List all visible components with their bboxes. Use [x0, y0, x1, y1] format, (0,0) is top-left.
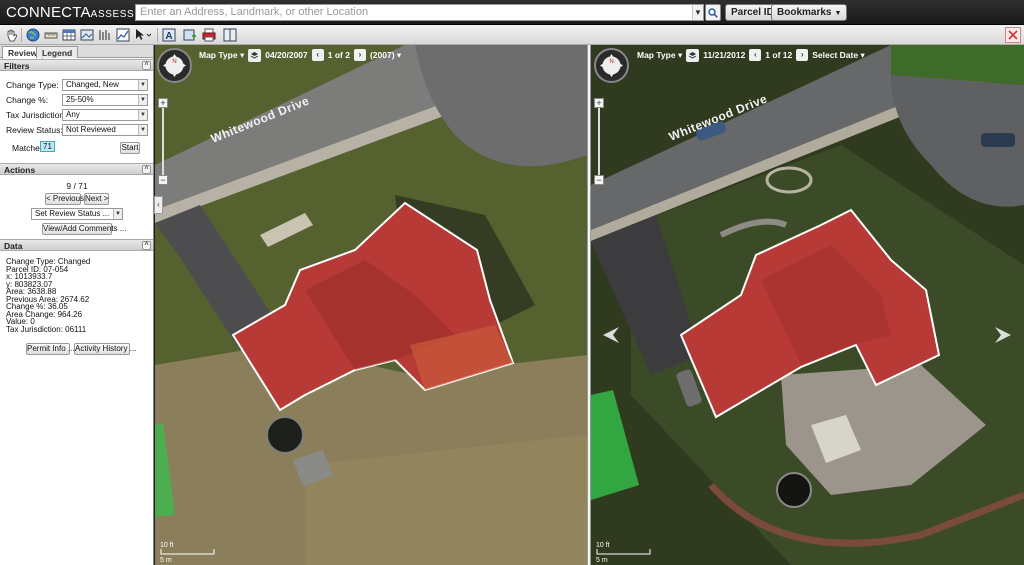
scale-bar: 10 ft 5 m: [596, 542, 651, 564]
panel-collapse-handle[interactable]: ‹: [154, 196, 163, 214]
prev-date-button[interactable]: ‹: [749, 49, 762, 61]
start-button[interactable]: Start: [120, 142, 140, 154]
imagery-date: 11/21/2012: [703, 50, 746, 60]
data-line: Tax Jurisdiction: 06111: [6, 324, 87, 334]
tax-jurisdiction-select[interactable]: Any ▼: [62, 109, 148, 121]
change-pct-label: Change %:: [6, 95, 49, 105]
search-button[interactable]: [705, 4, 721, 21]
zoom-in-button[interactable]: +: [594, 98, 604, 108]
panel-tabs: Review Legend: [0, 45, 153, 59]
review-status-label: Review Status:: [6, 125, 63, 135]
layers-icon[interactable]: [686, 48, 700, 62]
zoom-slider[interactable]: + −: [158, 98, 168, 193]
zoom-in-button[interactable]: +: [158, 98, 168, 108]
compass-navigator[interactable]: N: [594, 48, 629, 83]
set-review-status-select[interactable]: Set Review Status ... ▼: [31, 208, 123, 220]
collapse-icon[interactable]: ^: [142, 61, 151, 70]
previous-button[interactable]: < Previous: [45, 193, 84, 205]
filters-header[interactable]: Filters ^: [0, 59, 153, 71]
matches-count: 71: [40, 141, 55, 152]
search-input[interactable]: Enter an Address, Landmark, or other Loc…: [135, 4, 704, 21]
parcel-icon[interactable]: [97, 27, 113, 43]
bookmarks-menu[interactable]: Bookmarks ▼: [771, 4, 848, 21]
change-pct-select[interactable]: 25-50% ▼: [62, 94, 148, 106]
add-layer-icon[interactable]: [182, 27, 198, 43]
next-date-button[interactable]: ›: [353, 49, 366, 61]
review-status-select[interactable]: Not Reviewed ▼: [62, 124, 148, 136]
review-panel: Review Legend Filters ^ Change Type: Cha…: [0, 45, 154, 565]
select-date-menu[interactable]: Select Date ▾: [812, 50, 864, 61]
activity-history-button[interactable]: Activity History ...: [74, 343, 136, 355]
zoom-out-button[interactable]: −: [594, 175, 604, 185]
map-type-menu[interactable]: Map Type ▾: [199, 50, 244, 61]
map-pane-2012[interactable]: Whitewood Drive Map Type ▾ 11/21/2012 ‹ …: [591, 45, 1024, 565]
close-split-icon[interactable]: [1005, 27, 1021, 43]
map-toolbar-2007: Map Type ▾ 04/20/2007 ‹ 1 of 2 › (2007) …: [199, 47, 401, 63]
change-type-label: Change Type:: [6, 80, 59, 90]
change-type-select[interactable]: Changed, New ▼: [62, 79, 148, 91]
compass-icon: N: [600, 54, 623, 77]
zoom-out-button[interactable]: −: [158, 175, 168, 185]
layers-icon[interactable]: [248, 48, 262, 62]
imagery-page: 1 of 12: [765, 50, 793, 60]
scale-bar: 10 ft 5 m: [160, 542, 215, 564]
svg-text:A: A: [165, 31, 172, 42]
view-add-comments-button[interactable]: View/Add Comments ...: [42, 223, 126, 235]
map-type-menu[interactable]: Map Type ▾: [637, 50, 682, 61]
zoom-slider[interactable]: + −: [594, 98, 604, 193]
data-header[interactable]: Data ^: [0, 239, 153, 251]
aerial-imagery-2012: Whitewood Drive: [591, 45, 1024, 565]
actions-header[interactable]: Actions ^: [0, 163, 153, 175]
collapse-icon[interactable]: ^: [142, 241, 151, 250]
measure-icon[interactable]: [43, 27, 59, 43]
globe-icon[interactable]: [25, 27, 41, 43]
text-annotation-icon[interactable]: A: [161, 27, 177, 43]
permit-info-button[interactable]: Permit Info ...: [26, 343, 75, 355]
map-toolbar-2012: Map Type ▾ 11/21/2012 ‹ 1 of 12 › Select…: [637, 47, 865, 63]
print-icon[interactable]: [201, 27, 217, 43]
search-icon: [708, 7, 718, 18]
search-dropdown-button[interactable]: ▼: [692, 5, 703, 20]
review-counter: 9 / 71: [66, 181, 88, 191]
prev-date-button[interactable]: ‹: [311, 49, 324, 61]
split-view-icon[interactable]: [222, 27, 238, 43]
toolbar: A: [0, 25, 1024, 45]
collapse-icon[interactable]: ^: [142, 165, 151, 174]
aerial-imagery-2007: Whitewood Drive: [155, 45, 587, 565]
imagery-page: 1 of 2: [327, 50, 350, 60]
compass-icon: N: [163, 54, 186, 77]
print-map-icon[interactable]: [79, 27, 95, 43]
tax-jurisdiction-label: Tax Jurisdiction:: [6, 110, 67, 120]
next-button[interactable]: Next >: [84, 193, 109, 205]
chart-icon[interactable]: [115, 27, 131, 43]
compass-navigator[interactable]: N: [157, 48, 192, 83]
map-pane-2007[interactable]: Whitewood Drive Map Type ▾ 04/20/2007 ‹ …: [155, 45, 587, 565]
select-pointer-icon[interactable]: [133, 27, 153, 43]
svg-text:N: N: [609, 59, 613, 65]
next-date-button[interactable]: ›: [796, 49, 809, 61]
imagery-date: 04/20/2007: [265, 50, 308, 60]
svg-text:N: N: [172, 59, 176, 65]
top-bar: CONNECTAASSESSMENT™ Enter an Address, La…: [0, 0, 1024, 25]
year-menu[interactable]: (2007) ▾: [370, 50, 401, 61]
tab-legend[interactable]: Legend: [36, 46, 79, 58]
table-icon[interactable]: [61, 27, 77, 43]
pan-hand-icon[interactable]: [3, 27, 19, 43]
